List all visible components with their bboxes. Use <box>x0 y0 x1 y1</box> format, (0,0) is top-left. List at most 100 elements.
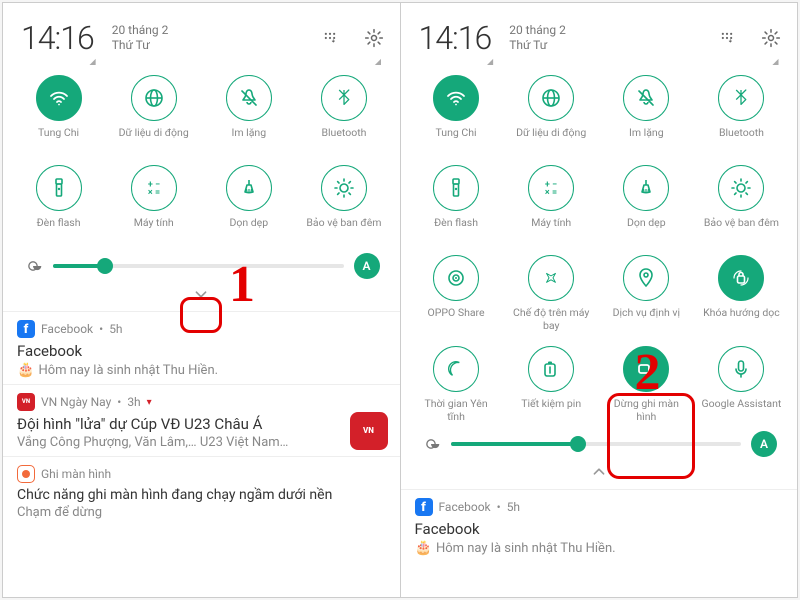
qs-tile-label: Google Assistant <box>702 398 782 422</box>
qs-tile-calculator[interactable]: Máy tính <box>504 157 599 247</box>
brightness-slider[interactable]: A <box>3 247 400 281</box>
qs-tile-label: Dữ liệu di động <box>516 127 586 151</box>
screen-record-icon <box>17 465 35 483</box>
moon-icon[interactable] <box>433 346 479 392</box>
facebook-icon: f <box>17 320 35 338</box>
chevron-down-icon[interactable]: ▾ <box>147 397 152 408</box>
qs-tile-broom[interactable]: Dọn dẹp <box>599 157 694 247</box>
globe-icon[interactable] <box>131 75 177 121</box>
qs-tile-broom[interactable]: Dọn dẹp <box>201 157 296 247</box>
calculator-icon[interactable] <box>131 165 177 211</box>
slider-thumb[interactable] <box>570 436 586 452</box>
qs-tile-bluetooth[interactable]: Bluetooth◢ <box>694 67 789 157</box>
qs-tile-label: Dịch vụ định vị <box>613 307 680 331</box>
notification-facebook[interactable]: f Facebook • 5h Facebook 🎂Hôm nay là sin… <box>401 489 798 562</box>
calculator-icon[interactable] <box>528 165 574 211</box>
qs-tile-label: Bluetooth <box>719 127 764 151</box>
collapse-chevron-icon[interactable] <box>588 461 610 483</box>
qs-tile-mic[interactable]: Google Assistant <box>694 338 789 429</box>
bluetooth-icon[interactable] <box>321 75 367 121</box>
facebook-icon: f <box>415 498 433 516</box>
status-bar: 14:16 20 tháng 2 Thứ Tư <box>3 3 400 63</box>
record-icon[interactable] <box>623 346 669 392</box>
qs-tile-airplane[interactable]: Chế độ trên máy bay <box>504 247 599 338</box>
qs-tile-label: Tiết kiệm pin <box>521 398 581 422</box>
gear-icon[interactable] <box>364 28 384 48</box>
qs-tile-sun[interactable]: Bảo vệ ban đêm <box>296 157 391 247</box>
qs-tile-label: Thời gian Yên tĩnh <box>425 398 488 423</box>
share-icon[interactable] <box>433 255 479 301</box>
left-screenshot: 14:16 20 tháng 2 Thứ Tư Tung Chi◢ Dữ liệu… <box>3 3 400 597</box>
vn-ngay-nay-icon: VN <box>17 393 35 411</box>
qs-tile-label: Im lặng <box>629 127 664 151</box>
qs-tile-wifi[interactable]: Tung Chi◢ <box>11 67 106 157</box>
qs-tile-silent[interactable]: Im lặng <box>599 67 694 157</box>
qs-tile-flashlight[interactable]: Đèn flash <box>409 157 504 247</box>
qs-tile-label: Tung Chi <box>436 127 477 151</box>
lock-rotate-icon[interactable] <box>718 255 764 301</box>
flashlight-icon[interactable] <box>433 165 479 211</box>
qs-tile-battery[interactable]: Tiết kiệm pin <box>504 338 599 429</box>
reorder-icon[interactable] <box>717 28 737 48</box>
expand-chevron-icon[interactable] <box>190 283 212 305</box>
status-bar: 14:16 20 tháng 2 Thứ Tư <box>401 3 798 63</box>
qs-tile-lock-rotate[interactable]: Khóa hướng dọc <box>694 247 789 338</box>
qs-tile-label: Bảo vệ ban đêm <box>306 217 381 241</box>
qs-tile-label: Bảo vệ ban đêm <box>704 217 779 241</box>
location-icon[interactable] <box>623 255 669 301</box>
silent-icon[interactable] <box>226 75 272 121</box>
qs-tile-label: Khóa hướng dọc <box>703 307 780 331</box>
clock-date: 20 tháng 2 Thứ Tư <box>112 23 169 53</box>
qs-tile-flashlight[interactable]: Đèn flash <box>11 157 106 247</box>
qs-tile-bluetooth[interactable]: Bluetooth◢ <box>296 67 391 157</box>
brightness-slider[interactable]: A <box>401 429 798 459</box>
clock-time: 14:16 <box>21 19 94 57</box>
reorder-icon[interactable] <box>320 28 340 48</box>
qs-tile-label: Máy tính <box>134 217 174 241</box>
flashlight-icon[interactable] <box>36 165 82 211</box>
wifi-icon[interactable] <box>36 75 82 121</box>
auto-brightness-toggle[interactable]: A <box>354 253 380 279</box>
right-screenshot: 14:16 20 tháng 2 Thứ Tư Tung Chi◢ Dữ liệu… <box>401 3 798 597</box>
qs-tile-label: Dọn dẹp <box>627 217 666 241</box>
qs-tile-share[interactable]: OPPO Share <box>409 247 504 338</box>
qs-tile-sun[interactable]: Bảo vệ ban đêm <box>694 157 789 247</box>
airplane-icon[interactable] <box>528 255 574 301</box>
broom-icon[interactable] <box>226 165 272 211</box>
qs-tile-label: Im lặng <box>231 127 266 151</box>
battery-icon[interactable] <box>528 346 574 392</box>
qs-tile-label: Máy tính <box>531 217 571 241</box>
brightness-icon <box>421 434 441 454</box>
sun-icon[interactable] <box>718 165 764 211</box>
mic-icon[interactable] <box>718 346 764 392</box>
qs-tile-globe[interactable]: Dữ liệu di động <box>504 67 599 157</box>
clock-time: 14:16 <box>419 19 492 57</box>
sun-icon[interactable] <box>321 165 367 211</box>
wifi-icon[interactable] <box>433 75 479 121</box>
clock-date: 20 tháng 2 Thứ Tư <box>509 23 566 53</box>
qs-tile-silent[interactable]: Im lặng <box>201 67 296 157</box>
qs-tile-globe[interactable]: Dữ liệu di động <box>106 67 201 157</box>
quick-settings-grid: Tung Chi◢ Dữ liệu di động Im lặng Bluetooth… <box>401 63 798 429</box>
cake-icon: 🎂 <box>415 540 432 556</box>
qs-tile-label: Dữ liệu di động <box>119 127 189 151</box>
quick-settings-grid: Tung Chi◢ Dữ liệu di động Im lặng Bluetooth… <box>3 63 400 247</box>
cake-icon: 🎂 <box>17 362 34 378</box>
auto-brightness-toggle[interactable]: A <box>751 431 777 457</box>
silent-icon[interactable] <box>623 75 669 121</box>
qs-tile-calculator[interactable]: Máy tính <box>106 157 201 247</box>
gear-icon[interactable] <box>761 28 781 48</box>
qs-tile-record[interactable]: Dừng ghi màn hình <box>599 338 694 429</box>
bluetooth-icon[interactable] <box>718 75 764 121</box>
notification-vnngaynay[interactable]: VN VN Ngày Nay • 3h ▾ Đội hình "lửa" dự … <box>3 384 400 456</box>
qs-tile-label: Dừng ghi màn hình <box>614 398 679 423</box>
broom-icon[interactable] <box>623 165 669 211</box>
notification-screen-recording[interactable]: Ghi màn hình Chức năng ghi màn hình đang… <box>3 456 400 526</box>
qs-tile-location[interactable]: Dịch vụ định vị <box>599 247 694 338</box>
slider-thumb[interactable] <box>97 258 113 274</box>
qs-tile-label: OPPO Share <box>428 307 485 331</box>
globe-icon[interactable] <box>528 75 574 121</box>
qs-tile-moon[interactable]: Thời gian Yên tĩnh <box>409 338 504 429</box>
qs-tile-wifi[interactable]: Tung Chi◢ <box>409 67 504 157</box>
notification-facebook[interactable]: f Facebook • 5h Facebook 🎂Hôm nay là sin… <box>3 311 400 384</box>
